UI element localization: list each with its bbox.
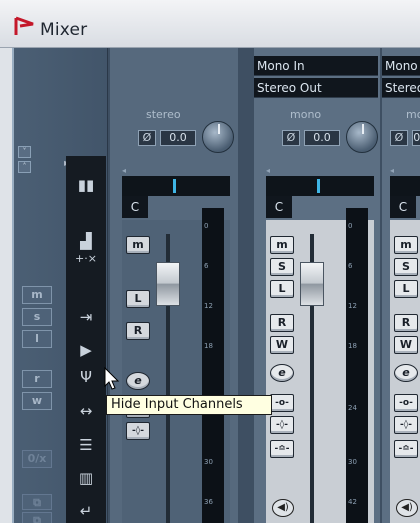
mute-button[interactable]: m (270, 236, 294, 254)
level-meter: 0 6 12 18 24 30 36 (202, 208, 224, 523)
collapse-up-icon[interactable]: ˄ (18, 161, 31, 173)
return-icon[interactable]: ↵ (80, 502, 93, 520)
channel-name: mono (406, 108, 420, 121)
channel-strip-mono-partial: Mono I Stereo mono Ø 0.0 ◂ C m S L R W e… (382, 48, 420, 523)
edit-button[interactable]: e (270, 364, 294, 382)
hide-input-icon[interactable]: ⇥ (80, 308, 93, 326)
send-bypass-icon[interactable]: -≏- (270, 440, 294, 458)
level-meter: 0 6 12 18 24 30 42 (346, 208, 368, 523)
gain-knob[interactable] (202, 121, 234, 153)
write-button[interactable]: R (126, 322, 150, 340)
write-button[interactable]: W (270, 336, 294, 354)
play-icon[interactable]: ▶ (80, 341, 92, 359)
pan-value: C (390, 196, 416, 218)
listen-button[interactable]: L (270, 280, 294, 298)
paste-icon[interactable]: ⧉ (22, 512, 52, 523)
gain-knob[interactable] (346, 121, 378, 153)
insert-bypass-icon[interactable]: -o- (394, 394, 418, 412)
pan-scale: ◂ (266, 166, 271, 175)
pan-control[interactable] (122, 176, 230, 196)
read-button[interactable]: R (394, 314, 418, 332)
phase-button[interactable]: Ø (138, 130, 156, 146)
window-title: Mixer (40, 20, 88, 40)
mixer-area: ˅ ˄ m s l r w 0/x ⧉ ⧉ ►◄ ▮▮ ▟ +·× ⇥ ▶ Ψ (12, 48, 420, 523)
read-button[interactable]: L (126, 290, 150, 308)
eq-bypass-icon[interactable]: -◊- (270, 416, 294, 434)
split-icon[interactable]: ▟ (80, 232, 92, 250)
pan-scale: ◂ (390, 166, 395, 175)
pan-marker (317, 179, 320, 193)
channel-name: mono (290, 108, 322, 121)
lock-icon[interactable]: +·× (75, 250, 97, 268)
mute-button[interactable]: m (126, 236, 150, 254)
tuning-icon[interactable]: Ψ (80, 368, 92, 386)
monitor-icon[interactable]: ◀) (396, 499, 418, 517)
phase-button[interactable]: Ø (282, 130, 300, 146)
phase-button[interactable]: Ø (390, 130, 408, 146)
channel-strip-mono-in: Mono In Stereo Out mono Ø 0.0 ◂ C m S L … (254, 48, 380, 523)
monitor-icon[interactable]: ◀) (272, 499, 294, 517)
edit-button[interactable]: e (126, 372, 150, 390)
global-read-button[interactable]: r (22, 370, 52, 388)
mute-button[interactable]: m (394, 236, 418, 254)
collapse-icon[interactable]: ▮▮ (78, 176, 95, 194)
send-bypass-icon[interactable]: -≏- (394, 440, 418, 458)
volume-fader[interactable] (156, 262, 180, 306)
eq-bypass-icon[interactable]: -◊- (394, 416, 418, 434)
collapse-down-icon[interactable]: ˅ (18, 146, 31, 158)
write-button[interactable]: W (394, 336, 418, 354)
arrows-icon[interactable]: ↔ (80, 402, 93, 420)
list-icon[interactable]: ☰ (79, 436, 92, 454)
global-mute-button[interactable]: m (22, 286, 52, 304)
tool-column: ▮▮ ▟ +·× ⇥ ▶ Ψ ↔ ☰ ▥ ↵ (66, 156, 106, 523)
tooltip: Hide Input Channels (106, 395, 272, 415)
global-solo-button[interactable]: s (22, 308, 52, 326)
volume-fader[interactable] (300, 262, 324, 306)
gain-value[interactable]: 0.0 (304, 130, 340, 146)
insert-bypass-icon[interactable]: -o- (270, 394, 294, 412)
channel-name: stereo (146, 108, 181, 121)
gain-value[interactable]: 0.0 (160, 130, 196, 146)
common-panel: ˅ ˄ m s l r w 0/x ⧉ ⧉ ►◄ ▮▮ ▟ +·× ⇥ ▶ Ψ (14, 48, 108, 523)
pan-value: C (122, 196, 148, 218)
channel-strip-stereo: stereo Ø 0.0 ◂ C m L R e -o- -◊- 0 6 12 … (110, 48, 238, 523)
global-write-button[interactable]: w (22, 392, 52, 410)
solo-button[interactable]: S (394, 258, 418, 276)
pan-control[interactable] (266, 176, 374, 196)
gain-value[interactable]: 0.0 (412, 130, 420, 146)
pan-scale: ◂ (122, 166, 127, 175)
solo-button[interactable]: S (270, 258, 294, 276)
edit-button[interactable]: e (394, 364, 418, 382)
reset-button[interactable]: 0/x (22, 450, 52, 468)
eq-bypass-icon[interactable]: -◊- (126, 422, 150, 440)
read-button[interactable]: R (270, 314, 294, 332)
cubase-logo-icon (14, 16, 34, 35)
mouse-pointer-icon (104, 367, 120, 390)
global-listen-button[interactable]: l (22, 330, 52, 348)
copy-icon[interactable]: ⧉ (22, 494, 52, 510)
grid-icon[interactable]: ▥ (79, 469, 93, 487)
listen-button[interactable]: L (394, 280, 418, 298)
pan-marker (173, 179, 176, 193)
pan-control[interactable] (390, 176, 420, 196)
pan-value: C (266, 196, 292, 218)
title-bar: Mixer (0, 0, 420, 48)
